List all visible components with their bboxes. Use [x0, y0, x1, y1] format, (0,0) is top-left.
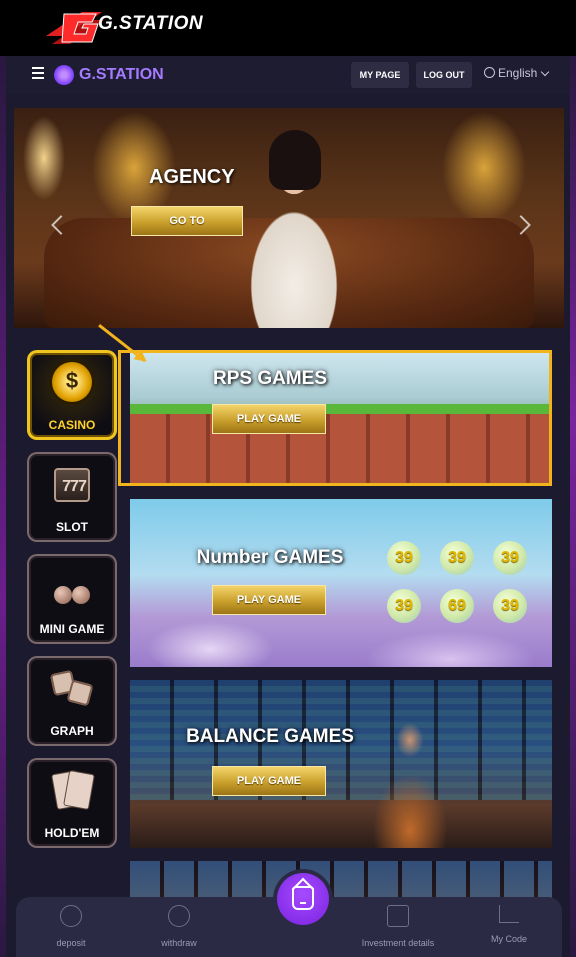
lottery-ball: 39 [387, 589, 421, 623]
brand-strip: G.STATION [0, 0, 576, 56]
home-button[interactable] [277, 873, 329, 925]
category-slot[interactable]: SLOT [27, 452, 117, 542]
cherry-icon [52, 566, 92, 606]
home-icon [292, 886, 314, 910]
nav-label: withdraw [161, 938, 197, 948]
chart-icon [499, 905, 519, 923]
number-clouds [130, 589, 552, 667]
lottery-ball: 39 [493, 541, 527, 575]
casino-chip-icon [52, 362, 92, 402]
top-header: G.STATION MY PAGE LOG OUT English [6, 56, 570, 94]
category-label: MINI GAME [39, 622, 105, 636]
my-page-button[interactable]: MY PAGE [351, 62, 409, 88]
logout-button[interactable]: LOG OUT [416, 62, 472, 88]
withdraw-user-icon [168, 905, 190, 927]
category-label: CASINO [48, 418, 96, 432]
category-casino[interactable]: CASINO [27, 350, 117, 440]
left-glow-border [0, 56, 6, 957]
lottery-ball: 69 [440, 589, 474, 623]
language-label: English [498, 66, 538, 80]
bottom-navigation: deposit withdraw Investment details My C… [16, 873, 562, 957]
highlight-frame [118, 350, 552, 486]
globe-icon [484, 67, 495, 78]
play-game-button[interactable]: PLAY GAME [212, 585, 326, 615]
nav-deposit[interactable]: deposit [26, 905, 116, 951]
nav-label: My Code [490, 934, 527, 944]
category-mini-game[interactable]: MINI GAME [27, 554, 117, 644]
hero-title: AGENCY [149, 166, 235, 188]
slot-777-icon [54, 468, 92, 502]
play-game-button[interactable]: PLAY GAME [212, 766, 326, 796]
category-holdem[interactable]: HOLD'EM [27, 758, 117, 848]
hamburger-menu-icon[interactable] [32, 67, 44, 81]
game-title: Number GAMES [196, 547, 344, 568]
coin-icon [60, 905, 82, 927]
category-label: HOLD'EM [44, 826, 100, 840]
gstation-planet-icon [54, 65, 74, 85]
brand-logo-text: G.STATION [98, 13, 204, 34]
game-title: BALANCE GAMES [186, 726, 354, 747]
category-label: SLOT [56, 520, 88, 534]
dice-icon [52, 668, 92, 708]
game-card-balance[interactable]: BALANCE GAMES PLAY GAME [130, 680, 552, 848]
balance-model-image [350, 700, 470, 848]
hero-banner-agency: AGENCY GO TO [14, 108, 564, 328]
app-frame: G.STATION MY PAGE LOG OUT English AGENCY… [0, 56, 576, 957]
header-logo-text[interactable]: G.STATION [79, 66, 164, 84]
lottery-ball: 39 [387, 541, 421, 575]
category-graph[interactable]: GRAPH [27, 656, 117, 746]
right-glow-border [570, 56, 576, 957]
nav-investment-details[interactable]: Investment details [342, 905, 454, 951]
language-selector[interactable]: English [484, 66, 550, 80]
document-icon [387, 905, 409, 927]
nav-withdraw[interactable]: withdraw [134, 905, 224, 951]
nav-my-code[interactable]: My Code [464, 905, 554, 947]
playing-cards-icon [52, 770, 92, 810]
category-label: GRAPH [50, 724, 94, 738]
nav-label: deposit [56, 938, 86, 948]
go-to-button[interactable]: GO TO [131, 206, 243, 236]
lottery-ball: 39 [440, 541, 474, 575]
chevron-down-icon [541, 67, 550, 77]
lottery-ball: 39 [493, 589, 527, 623]
nav-label: Investment details [361, 938, 435, 948]
game-card-number[interactable]: Number GAMES PLAY GAME 39 39 39 39 69 39 [130, 499, 552, 667]
hero-model-hair [269, 130, 321, 190]
